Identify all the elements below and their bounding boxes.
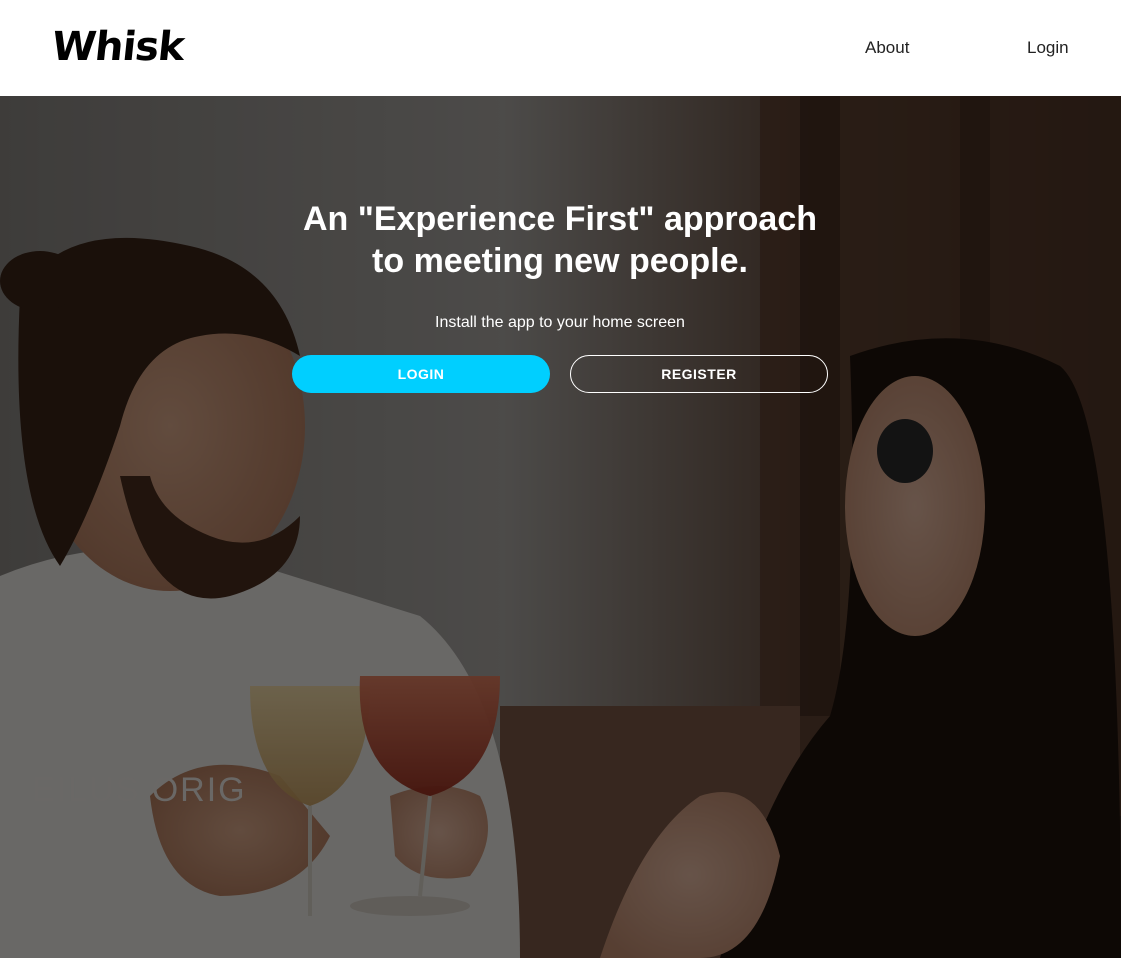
brand-logo[interactable]: Whisk [49,22,187,72]
hero-title-line-2: to meeting new people. [372,242,748,280]
nav-about-link[interactable]: About [865,38,909,58]
hero-title-line-1: An "Experience First" approach [302,200,818,238]
site-header: Whisk About Login [0,0,1121,96]
svg-text:EILUS ORIG: EILUS ORIG [32,771,247,809]
hero-title: An "Experience First" approach to meetin… [260,198,860,282]
hero-subtitle: Install the app to your home screen [435,314,685,331]
hero-login-button[interactable]: LOGIN [292,355,550,393]
nav-login-link[interactable]: Login [1027,38,1069,58]
hero-register-button[interactable]: REGISTER [570,355,828,393]
hero-section: EILUS ORIG An "Experience First" approac… [0,96,1121,958]
